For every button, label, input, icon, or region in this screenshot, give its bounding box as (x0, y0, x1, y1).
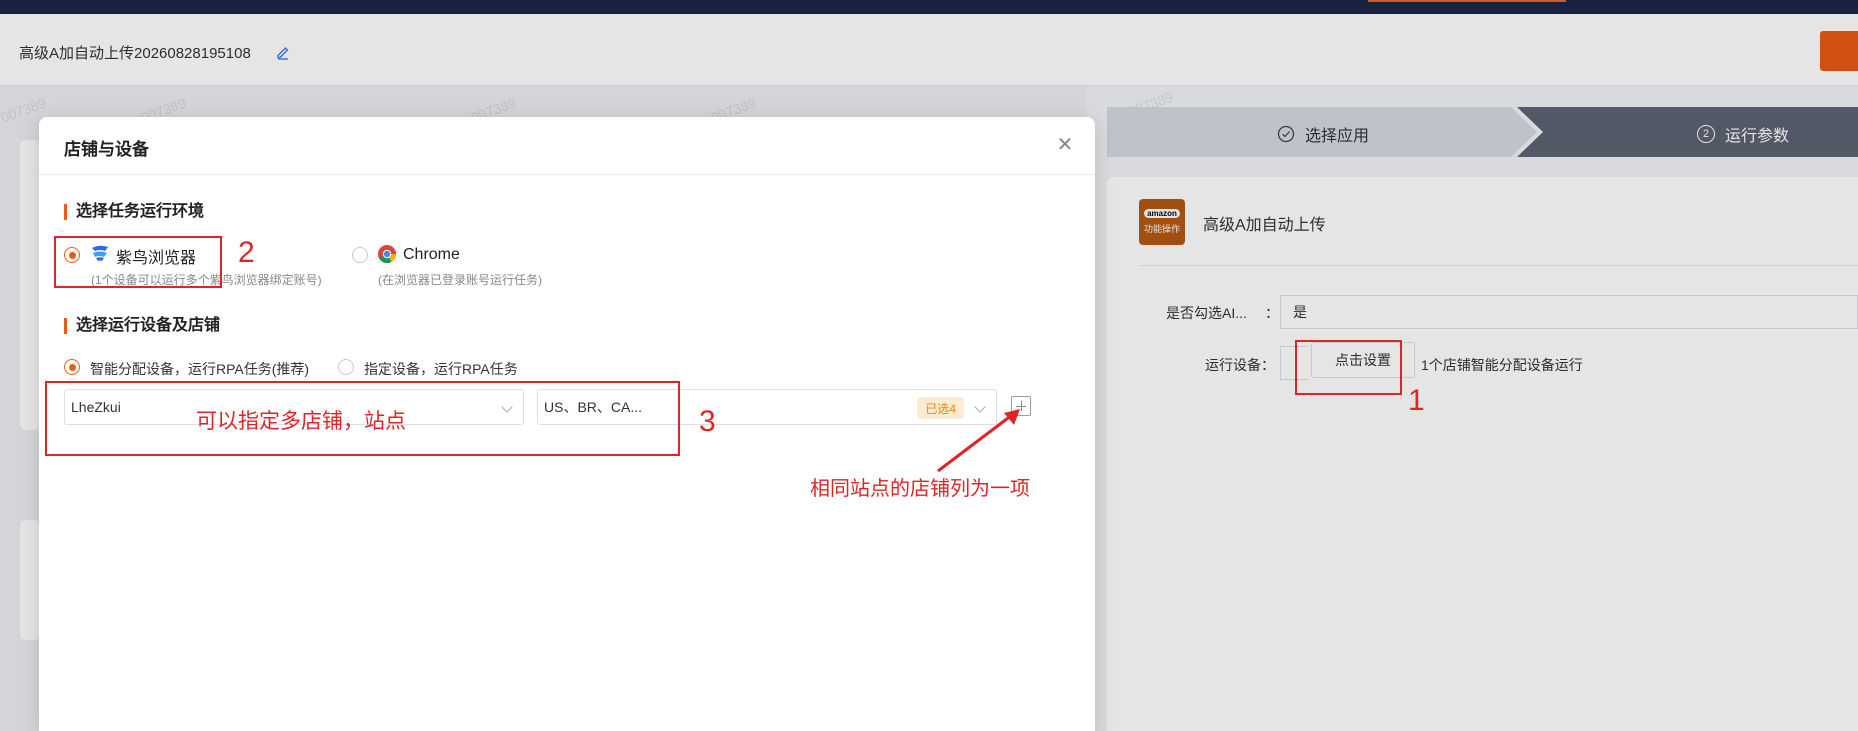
annotation-label-2: 2 (238, 236, 255, 269)
annotation-label-1: 1 (1408, 384, 1425, 417)
device-label-smart: 智能分配设备，运行RPA任务(推荐) (90, 361, 310, 377)
annotation-box-1 (1295, 340, 1402, 395)
section-device-title: 选择运行设备及店铺 (64, 318, 220, 334)
annotation-text-same-site: 相同站点的店铺列为一项 (810, 478, 1030, 500)
device-radio-specify[interactable] (338, 359, 354, 375)
close-icon[interactable]: ✕ (1055, 135, 1075, 155)
modal-title: 店铺与设备 (64, 140, 149, 159)
section-env-title: 选择任务运行环境 (64, 204, 204, 220)
annotation-text-multi: 可以指定多店铺，站点 (196, 410, 406, 433)
env-sub-chrome: (在浏览器已登录账号运行任务) (378, 273, 542, 287)
modal-header: 店铺与设备 ✕ (39, 117, 1095, 175)
annotation-box-2 (54, 236, 222, 288)
device-radio-smart[interactable] (64, 359, 80, 375)
env-radio-chrome[interactable] (352, 247, 368, 263)
annotation-label-3: 3 (699, 405, 716, 438)
chrome-icon (378, 245, 396, 264)
device-label-specify: 指定设备，运行RPA任务 (364, 361, 518, 377)
annotation-arrow (937, 409, 1020, 473)
env-label-chrome: Chrome (403, 246, 460, 263)
